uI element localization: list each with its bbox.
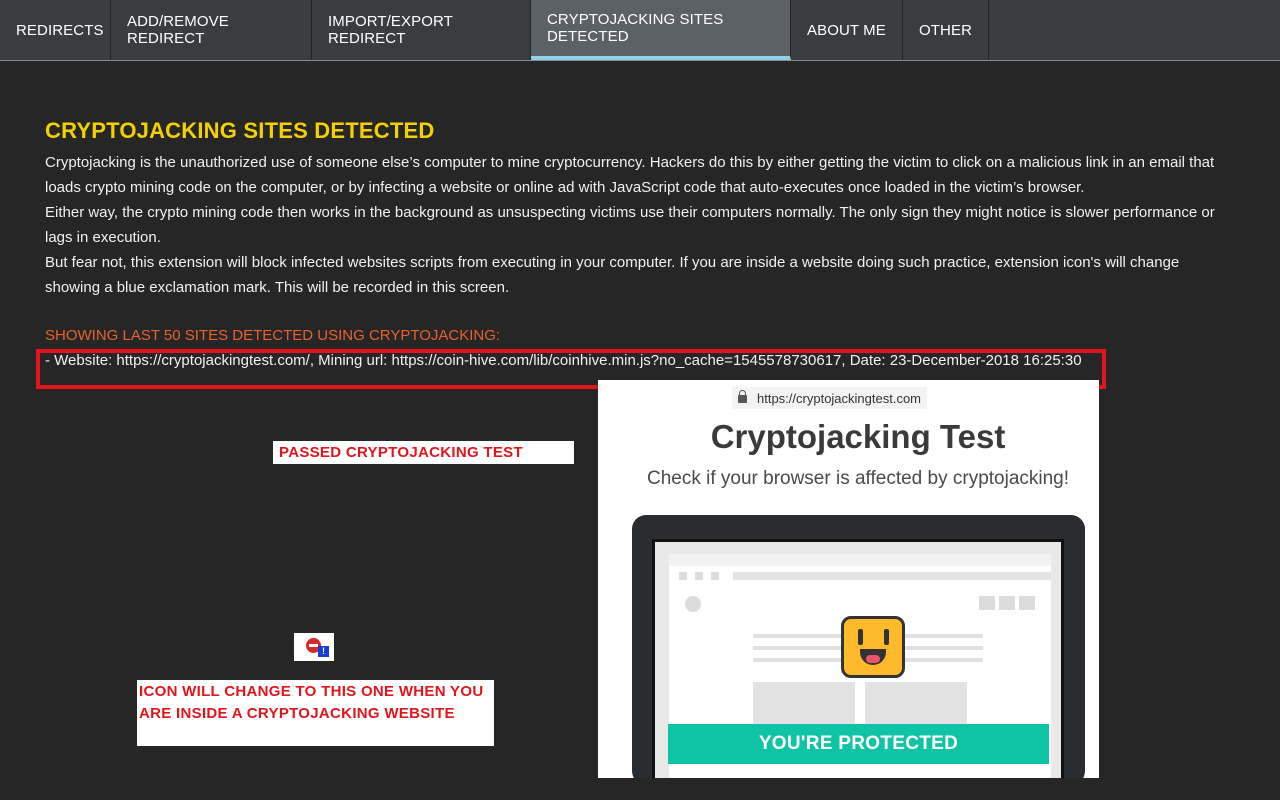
window-dot [695,572,703,580]
detected-list-heading: SHOWING LAST 50 SITES DETECTED USING CRY… [45,327,501,344]
placeholder-square [1019,596,1035,610]
extension-alert-icon: ! [294,633,334,661]
tab-cryptojacking-sites-detected[interactable]: CRYPTOJACKING SITES DETECTED [531,0,791,60]
placeholder-square [979,596,995,610]
description-paragraph: But fear not, this extension will block … [45,254,1180,296]
tab-import-export-redirect[interactable]: IMPORT/EXPORT REDIRECT [312,0,531,60]
tab-bar: REDIRECTS ADD/REMOVE REDIRECT IMPORT/EXP… [0,0,1280,61]
test-page-title: Cryptojacking Test [710,418,1006,455]
test-page-subtitle: Check if your browser is affected by cry… [646,468,1070,489]
smiley-face-icon [841,616,905,678]
lock-icon [738,390,747,403]
eye [884,629,889,645]
test-page-url: https://cryptojackingtest.com [757,390,922,406]
window-dot [679,572,687,580]
mouth [860,649,886,665]
icon-change-note: ICON WILL CHANGE TO THIS ONE WHEN YOU AR… [137,680,494,746]
placeholder-square [999,596,1015,610]
page-title: CRYPTOJACKING SITES DETECTED [45,118,435,143]
description-paragraph: Cryptojacking is the unauthorized use of… [45,154,1215,196]
tab-about-me[interactable]: ABOUT ME [791,0,903,60]
avatar [685,596,701,612]
passed-test-label: PASSED CRYPTOJACKING TEST [273,441,574,464]
test-page-url-bar: https://cryptojackingtest.com [732,387,928,409]
description: Cryptojacking is the unauthorized use of… [45,150,1235,300]
browser-tab-strip [669,554,1051,566]
protected-status-banner: YOU'RE PROTECTED [668,724,1049,764]
description-paragraph: Either way, the crypto mining code then … [45,204,1215,246]
tab-redirects[interactable]: REDIRECTS [0,0,111,60]
test-page-screenshot: https://cryptojackingtest.com Cryptojack… [598,380,1099,778]
eye [858,629,863,645]
address-placeholder [733,572,1051,580]
tab-other[interactable]: OTHER [903,0,989,60]
window-dot [711,572,719,580]
tab-add-remove-redirect[interactable]: ADD/REMOVE REDIRECT [111,0,312,60]
exclamation-badge-icon: ! [318,646,329,657]
